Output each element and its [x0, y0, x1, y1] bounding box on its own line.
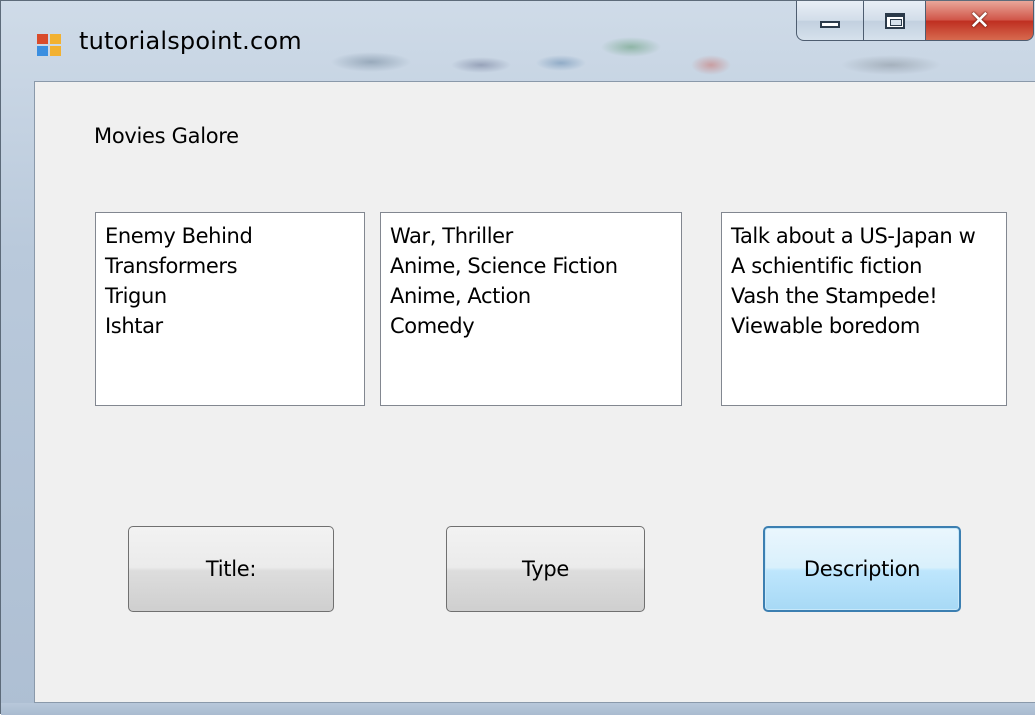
list-item[interactable]: Anime, Science Fiction	[390, 251, 681, 281]
list-item[interactable]: Talk about a US-Japan w	[731, 221, 1006, 251]
types-listbox[interactable]: War, Thriller Anime, Science Fiction Ani…	[380, 212, 682, 406]
title-bar[interactable]: tutorialspoint.com ✕	[1, 1, 1035, 79]
window-title: tutorialspoint.com	[79, 27, 302, 55]
list-item[interactable]: Transformers	[105, 251, 364, 281]
descriptions-listbox[interactable]: Talk about a US-Japan w A schientific fi…	[721, 212, 1007, 406]
list-item[interactable]: War, Thriller	[390, 221, 681, 251]
maximize-icon	[884, 12, 905, 29]
maximize-button[interactable]	[864, 1, 926, 41]
form-heading-label: Movies Galore	[94, 124, 239, 148]
list-item[interactable]: A schientific fiction	[731, 251, 1006, 281]
minimize-icon	[820, 21, 840, 28]
window-bottom-frame	[1, 703, 1035, 715]
list-item[interactable]: Enemy Behind	[105, 221, 364, 251]
form-icon	[37, 34, 63, 56]
titles-listbox[interactable]: Enemy Behind Transformers Trigun Ishtar	[95, 212, 365, 406]
description-button[interactable]: Description	[763, 526, 961, 612]
close-button[interactable]: ✕	[926, 1, 1034, 41]
list-item[interactable]: Viewable boredom	[731, 311, 1006, 341]
list-item[interactable]: Trigun	[105, 281, 364, 311]
list-item[interactable]: Comedy	[390, 311, 681, 341]
list-item[interactable]: Ishtar	[105, 311, 364, 341]
caption-buttons: ✕	[796, 1, 1034, 45]
title-button[interactable]: Title:	[128, 526, 334, 612]
main-window: tutorialspoint.com ✕ Movies Galore Enemy…	[0, 0, 1035, 715]
type-button[interactable]: Type	[446, 526, 645, 612]
close-icon: ✕	[968, 5, 991, 36]
list-item[interactable]: Anime, Action	[390, 281, 681, 311]
minimize-button[interactable]	[796, 1, 864, 41]
list-item[interactable]: Vash the Stampede!	[731, 281, 1006, 311]
